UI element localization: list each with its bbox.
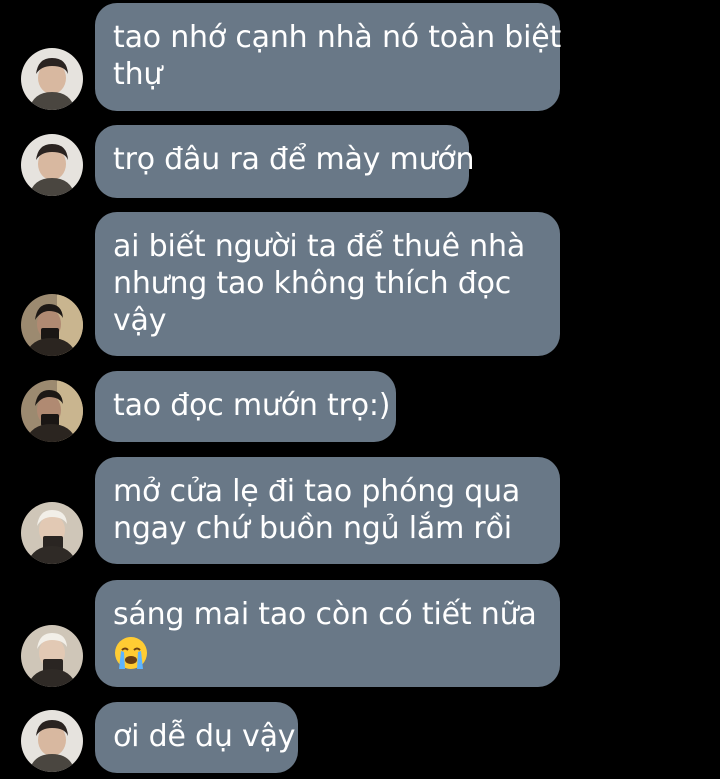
message-bubble[interactable]: ơi dễ dụ vậy [95, 702, 298, 773]
message-text: mở cửa lẹ đi tao phóng qua [113, 474, 521, 509]
message-bubble[interactable]: sáng mai tao còn có tiết nữa [95, 580, 560, 687]
message-bubble[interactable]: tao đọc mướn trọ:) [95, 371, 396, 442]
message-text: sáng mai tao còn có tiết nữa [113, 597, 537, 632]
message-bubble[interactable]: tao nhớ cạnh nhà nó toàn biệt thự [95, 3, 562, 111]
avatar[interactable] [21, 48, 83, 110]
person-photo-icon [21, 48, 83, 110]
message-text: nhưng tao không thích đọc [113, 266, 512, 301]
emoji-line [113, 633, 542, 671]
avatar[interactable] [21, 502, 83, 564]
message-bubble[interactable]: ai biết người ta để thuê nhà nhưng tao k… [95, 212, 560, 356]
message-text: trọ đâu ra để mày mướn [113, 142, 475, 177]
message-text: ơi dễ dụ vậy [113, 719, 296, 754]
avatar[interactable] [21, 625, 83, 687]
message-text: ai biết người ta để thuê nhà [113, 229, 525, 264]
avatar[interactable] [21, 134, 83, 196]
person-photo-icon [21, 625, 83, 687]
message-text: ngay chứ buồn ngủ lắm rồi [113, 511, 512, 546]
person-photo-icon [21, 710, 83, 772]
message-bubble[interactable]: mở cửa lẹ đi tao phóng qua ngay chứ buồn… [95, 457, 560, 564]
person-photo-icon [21, 134, 83, 196]
message-bubble[interactable]: trọ đâu ra để mày mướn [95, 125, 475, 198]
message-text: thự [113, 57, 163, 92]
message-text: vậy [113, 303, 167, 338]
person-photo-icon [21, 380, 83, 442]
avatar[interactable] [21, 380, 83, 442]
message-text: tao nhớ cạnh nhà nó toàn biệt [113, 20, 562, 55]
message-text: tao đọc mướn trọ:) [113, 388, 391, 423]
loudly-crying-face-icon [115, 636, 147, 669]
person-photo-icon [21, 502, 83, 564]
avatar[interactable] [21, 294, 83, 356]
person-photo-icon [21, 294, 83, 356]
avatar[interactable] [21, 710, 83, 772]
